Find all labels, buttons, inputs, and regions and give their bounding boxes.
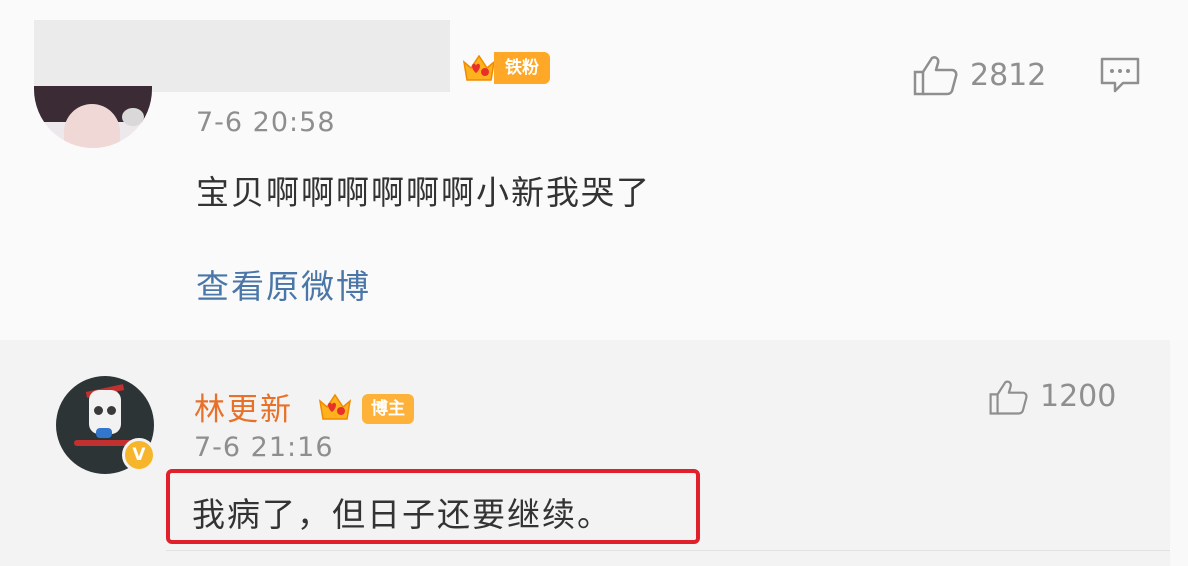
username-mask (34, 20, 450, 92)
fan-badge: 铁粉 (494, 52, 550, 84)
comment-timestamp: 7-6 20:58 (196, 107, 336, 138)
thumbs-up-icon[interactable] (988, 378, 1028, 416)
comment-bubble-icon[interactable] (1099, 56, 1141, 94)
divider (166, 550, 1170, 551)
like-count: 1200 (1040, 379, 1117, 414)
comment-text: 宝贝啊啊啊啊啊啊小新我哭了 (196, 173, 651, 212)
reply-text: 我病了，但日子还要继续。 (192, 495, 612, 534)
crown-icon (462, 54, 496, 81)
reply-timestamp: 7-6 21:16 (194, 432, 334, 463)
username[interactable]: 林更新 (194, 384, 293, 429)
crown-icon (318, 393, 352, 420)
author-badge: 博主 (362, 394, 414, 424)
view-original-link[interactable]: 查看原微博 (196, 260, 371, 308)
like-count: 2812 (970, 58, 1047, 93)
verified-badge: V (122, 438, 156, 472)
thumbs-up-icon[interactable] (912, 54, 958, 96)
